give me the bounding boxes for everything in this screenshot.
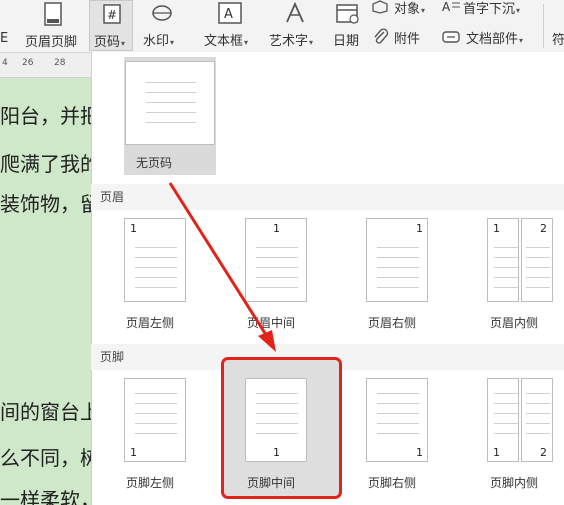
- header-right-label: 页眉右侧: [368, 316, 417, 330]
- object-button[interactable]: 对象▾: [372, 0, 436, 24]
- attachment-button[interactable]: 附件: [372, 26, 432, 50]
- page-thumbnail: 1: [366, 378, 428, 462]
- word-art-label: 艺术字▾: [269, 34, 314, 49]
- page-thumbnail: 1: [366, 218, 428, 302]
- page-thumbnail: 1: [245, 218, 307, 302]
- doc-text-line: 装饰物，留: [0, 192, 100, 216]
- header-footer-label: 页眉页脚: [25, 35, 78, 50]
- header-right-option[interactable]: 1 页眉右侧: [362, 218, 434, 336]
- footer-inside-label: 页脚内侧: [490, 476, 539, 490]
- drop-cap-button[interactable]: A 首字下沉▾: [442, 0, 532, 24]
- text-box-icon: A: [218, 2, 242, 24]
- page-number-mark: 1: [130, 446, 137, 459]
- page-thumbnail: 1: [124, 218, 186, 302]
- date-button[interactable]: 日期: [330, 0, 368, 51]
- page-number-mark: 2: [540, 222, 547, 235]
- page-number-mark: 2: [540, 446, 547, 459]
- page-number-mark: 1: [416, 446, 423, 459]
- svg-text:A: A: [442, 0, 451, 14]
- header-footer-button[interactable]: 页眉页脚: [22, 0, 86, 51]
- page-number-label: 页码▾: [94, 35, 126, 50]
- watermark-label: 水印▾: [143, 34, 175, 49]
- doc-text-line: 爬满了我的: [0, 152, 100, 176]
- chevron-down-icon: ▾: [421, 6, 426, 15]
- doc-text-line: 么不同，树: [0, 446, 100, 470]
- ruler-tick: 28: [54, 58, 66, 68]
- header-footer-icon: [44, 2, 62, 26]
- page-number-mark: 1: [130, 222, 137, 235]
- footer-inside-option[interactable]: 1 2 页脚内侧: [484, 378, 564, 496]
- truncated-label-left: E: [0, 31, 9, 46]
- date-label: 日期: [333, 34, 360, 49]
- page-thumbnail: 1: [487, 218, 519, 302]
- header-left-label: 页眉左侧: [126, 316, 175, 330]
- chevron-down-icon: ▾: [244, 38, 249, 47]
- ribbon-toolbar: E 页眉页脚 # 页码▾ 水印▾ A 文本框▾ 艺术字▾ 日期 对象▾ A 首字…: [0, 0, 564, 53]
- page-thumbnail: 2: [521, 378, 553, 462]
- doc-parts-icon: [442, 31, 460, 43]
- calendar-icon: [336, 4, 359, 24]
- cube-icon: [372, 0, 388, 14]
- doc-parts-button[interactable]: 文档部件▾: [442, 26, 538, 50]
- text-box-label: 文本框▾: [204, 34, 249, 49]
- svg-text:A: A: [224, 7, 233, 22]
- chevron-down-icon: ▾: [170, 38, 175, 47]
- doc-text-line: 阳台，并把: [0, 104, 100, 128]
- chevron-down-icon: ▾: [519, 36, 524, 45]
- word-art-button[interactable]: 艺术字▾: [266, 0, 326, 51]
- footer-left-label: 页脚左侧: [126, 476, 175, 490]
- header-section-title: 页眉: [91, 184, 564, 210]
- no-page-number-option[interactable]: 无页码: [124, 57, 216, 175]
- chevron-down-icon: ▾: [309, 38, 314, 47]
- header-inside-option[interactable]: 1 2 页眉内侧: [484, 218, 564, 336]
- paperclip-icon: [374, 28, 389, 44]
- no-page-number-label: 无页码: [136, 156, 173, 170]
- chevron-down-icon: ▾: [121, 39, 126, 48]
- page-number-mark: 1: [493, 222, 500, 235]
- doc-parts-label: 文档部件▾: [466, 32, 524, 47]
- ruler-tick: 4: [2, 58, 8, 68]
- header-center-label: 页眉中间: [247, 316, 296, 330]
- document-page[interactable]: 阳台，并把 爬满了我的 装饰物，留 间的窗台上 么不同，树 一样柔软，: [0, 78, 100, 505]
- truncated-label-right: 符: [552, 33, 564, 48]
- ruler-tick: 26: [22, 58, 34, 68]
- page-number-mark: 1: [493, 446, 500, 459]
- page-thumbnail: 2: [521, 218, 553, 302]
- page-thumbnail: 1: [124, 378, 186, 462]
- page-number-button[interactable]: # 页码▾: [89, 0, 133, 51]
- ribbon-divider: [543, 4, 544, 48]
- footer-left-option[interactable]: 1 页脚左侧: [120, 378, 192, 496]
- drop-cap-label: 首字下沉▾: [463, 2, 521, 17]
- header-inside-label: 页眉内侧: [490, 316, 539, 330]
- svg-text:#: #: [107, 8, 117, 22]
- footer-right-label: 页脚右侧: [368, 476, 417, 490]
- watermark-icon: [152, 5, 172, 21]
- drop-cap-icon: A: [442, 0, 460, 14]
- footer-right-option[interactable]: 1 页脚右侧: [362, 378, 434, 496]
- page-number-mark: 1: [416, 222, 423, 235]
- attachment-label: 附件: [394, 32, 421, 47]
- page-thumbnail: [125, 61, 215, 145]
- horizontal-ruler[interactable]: 4 26 28: [0, 53, 100, 78]
- header-center-option[interactable]: 1 页眉中间: [241, 218, 313, 336]
- doc-text-line: 间的窗台上: [0, 400, 100, 424]
- page-number-mark: 1: [273, 222, 280, 235]
- object-label: 对象▾: [394, 2, 426, 17]
- chevron-down-icon: ▾: [516, 6, 521, 15]
- annotation-highlight-box: [221, 357, 342, 499]
- page-thumbnail: 1: [487, 378, 519, 462]
- word-art-icon: [286, 2, 304, 23]
- header-left-option[interactable]: 1 页眉左侧: [120, 218, 192, 336]
- page-number-icon: #: [103, 4, 121, 24]
- text-box-button[interactable]: A 文本框▾: [200, 0, 264, 51]
- watermark-button[interactable]: 水印▾: [137, 0, 187, 51]
- doc-text-line: 一样柔软，: [0, 488, 100, 505]
